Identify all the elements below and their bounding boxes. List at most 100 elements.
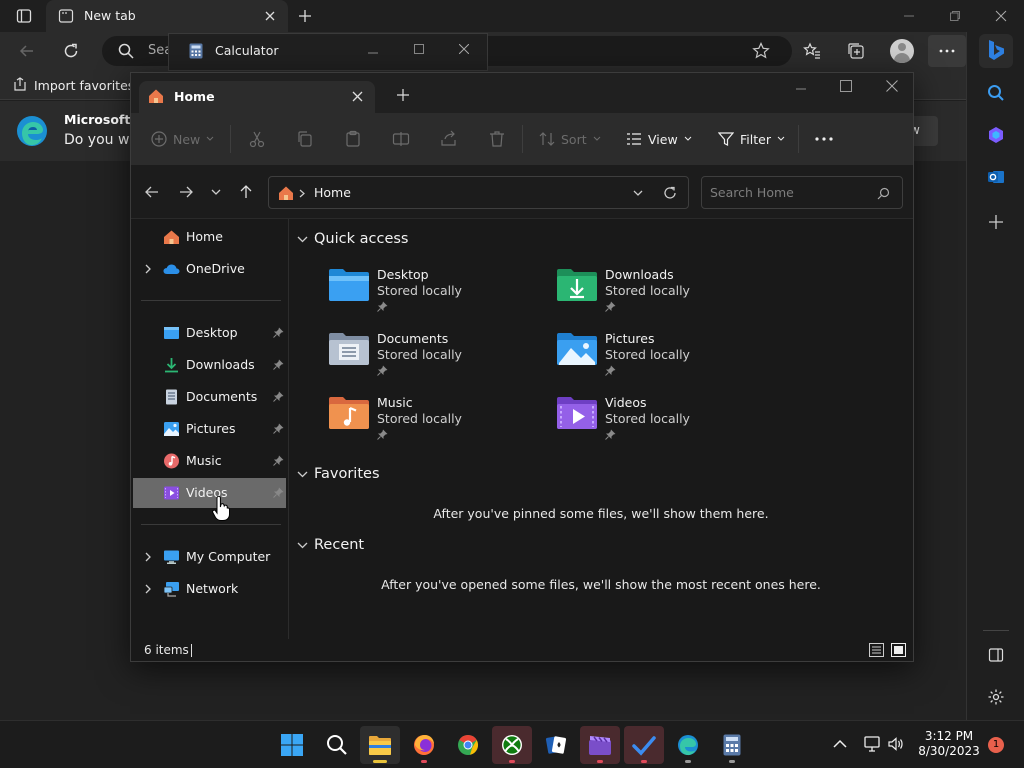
nav-item-videos[interactable]: Videos bbox=[133, 478, 286, 508]
forward-arrow-icon[interactable] bbox=[178, 184, 194, 200]
taskbar-clipchamp[interactable] bbox=[580, 726, 620, 764]
start-button[interactable] bbox=[272, 726, 312, 764]
sidebar-settings-gear-icon[interactable] bbox=[987, 688, 1005, 706]
explorer-close-icon[interactable] bbox=[886, 80, 898, 92]
hide-sidebar-icon[interactable] bbox=[988, 647, 1004, 663]
refresh-icon[interactable] bbox=[62, 42, 80, 60]
details-view-icon[interactable] bbox=[869, 643, 884, 657]
nav-item-my-computer[interactable]: My Computer bbox=[133, 542, 286, 572]
calculator-minimize-icon[interactable] bbox=[368, 48, 378, 58]
copy-icon[interactable] bbox=[296, 130, 314, 148]
breadcrumb-separator-icon[interactable] bbox=[299, 189, 305, 198]
taskbar-solitaire[interactable] bbox=[536, 726, 576, 764]
close-tab-icon[interactable] bbox=[352, 91, 363, 102]
expand-chevron-icon[interactable] bbox=[145, 584, 151, 594]
cut-icon[interactable] bbox=[248, 130, 266, 148]
import-favorites-button[interactable]: Import favorites bbox=[12, 75, 134, 95]
system-clock[interactable]: 3:12 PM 8/30/2023 bbox=[912, 729, 986, 759]
pin-icon[interactable] bbox=[273, 423, 284, 434]
tiles-view-icon[interactable] bbox=[891, 643, 906, 657]
taskbar-search-button[interactable] bbox=[316, 726, 356, 764]
new-tab-plus-icon[interactable] bbox=[297, 8, 313, 24]
quick-access-downloads[interactable]: Downloads Stored locally bbox=[555, 265, 765, 321]
show-hidden-icons-chevron-icon[interactable] bbox=[833, 739, 847, 748]
paste-icon[interactable] bbox=[344, 130, 362, 148]
volume-icon[interactable] bbox=[888, 736, 904, 752]
calculator-window[interactable]: Calculator bbox=[168, 33, 488, 71]
favorites-icon[interactable] bbox=[803, 42, 821, 60]
explorer-minimize-icon[interactable] bbox=[795, 83, 807, 95]
taskbar-calculator[interactable] bbox=[712, 726, 752, 764]
back-arrow-icon[interactable] bbox=[144, 184, 160, 200]
recent-header[interactable]: Recent bbox=[297, 537, 364, 553]
taskbar-firefox[interactable] bbox=[404, 726, 444, 764]
pin-icon[interactable] bbox=[273, 487, 284, 498]
add-sidebar-app-icon[interactable] bbox=[988, 214, 1004, 230]
taskbar-todo[interactable] bbox=[624, 726, 664, 764]
favorite-star-icon[interactable] bbox=[752, 42, 770, 60]
profile-avatar[interactable] bbox=[890, 39, 914, 63]
address-history-chevron-icon[interactable] bbox=[633, 190, 643, 197]
taskbar-xbox[interactable] bbox=[492, 726, 532, 764]
quick-access-videos[interactable]: Videos Stored locally bbox=[555, 393, 765, 449]
calculator-close-icon[interactable] bbox=[459, 44, 469, 54]
settings-and-more-button[interactable] bbox=[928, 35, 966, 67]
nav-item-network[interactable]: Network bbox=[133, 574, 286, 604]
close-tab-icon[interactable] bbox=[264, 10, 276, 22]
new-tab-plus-icon[interactable] bbox=[397, 89, 409, 101]
sort-button[interactable]: Sort bbox=[539, 113, 601, 165]
pin-icon[interactable] bbox=[273, 327, 284, 338]
collections-icon[interactable] bbox=[847, 42, 865, 60]
share-icon[interactable] bbox=[440, 130, 458, 148]
sidebar-search-icon[interactable] bbox=[987, 84, 1005, 102]
nav-item-music[interactable]: Music bbox=[133, 446, 286, 476]
nav-label: Home bbox=[186, 229, 223, 244]
notification-badge[interactable]: 1 bbox=[988, 737, 1004, 753]
minimize-icon[interactable] bbox=[903, 10, 915, 22]
nav-item-pictures[interactable]: Pictures bbox=[133, 414, 286, 444]
nav-item-downloads[interactable]: Downloads bbox=[133, 350, 286, 380]
refresh-icon[interactable] bbox=[663, 186, 677, 200]
new-button[interactable]: New bbox=[151, 113, 214, 165]
taskbar-edge[interactable] bbox=[668, 726, 708, 764]
favorites-header[interactable]: Favorites bbox=[297, 466, 380, 482]
see-more-icon[interactable] bbox=[815, 137, 833, 141]
nav-item-desktop[interactable]: Desktop bbox=[133, 318, 286, 348]
explorer-maximize-icon[interactable] bbox=[840, 80, 852, 92]
pin-icon[interactable] bbox=[273, 455, 284, 466]
restore-icon[interactable] bbox=[949, 10, 961, 22]
tab-actions-icon[interactable] bbox=[16, 8, 32, 24]
recent-locations-chevron-icon[interactable] bbox=[211, 189, 221, 196]
bing-chat-button[interactable] bbox=[979, 34, 1013, 68]
quick-access-header[interactable]: Quick access bbox=[297, 231, 408, 247]
copilot-icon[interactable] bbox=[987, 126, 1005, 144]
outlook-icon[interactable] bbox=[987, 168, 1005, 186]
filter-button[interactable]: Filter bbox=[718, 113, 785, 165]
rename-icon[interactable] bbox=[392, 130, 410, 148]
nav-item-documents[interactable]: Documents bbox=[133, 382, 286, 412]
search-home-input[interactable]: Search Home bbox=[701, 176, 903, 209]
nav-item-home[interactable]: Home bbox=[133, 222, 286, 252]
pin-icon[interactable] bbox=[273, 359, 284, 370]
close-window-icon[interactable] bbox=[995, 10, 1007, 22]
expand-chevron-icon[interactable] bbox=[145, 552, 151, 562]
breadcrumb-home[interactable]: Home bbox=[314, 185, 351, 200]
calculator-maximize-icon[interactable] bbox=[414, 44, 424, 54]
network-status-icon[interactable] bbox=[864, 736, 882, 752]
view-button[interactable]: View bbox=[626, 113, 692, 165]
taskbar-chrome[interactable] bbox=[448, 726, 488, 764]
nav-item-onedrive[interactable]: OneDrive bbox=[133, 254, 286, 284]
address-breadcrumb[interactable]: Home bbox=[268, 176, 689, 209]
edge-tab-new-tab[interactable]: New tab bbox=[46, 0, 288, 32]
quick-access-pictures[interactable]: Pictures Stored locally bbox=[555, 329, 765, 385]
quick-access-desktop[interactable]: Desktop Stored locally bbox=[327, 265, 537, 321]
quick-access-documents[interactable]: Documents Stored locally bbox=[327, 329, 537, 385]
taskbar-file-explorer[interactable] bbox=[360, 726, 400, 764]
quick-access-music[interactable]: Music Stored locally bbox=[327, 393, 537, 449]
pin-icon[interactable] bbox=[273, 391, 284, 402]
expand-chevron-icon[interactable] bbox=[145, 264, 151, 274]
delete-icon[interactable] bbox=[488, 130, 506, 148]
explorer-tab-home[interactable]: Home bbox=[139, 81, 375, 113]
up-arrow-icon[interactable] bbox=[238, 184, 254, 200]
back-icon[interactable] bbox=[18, 42, 36, 60]
